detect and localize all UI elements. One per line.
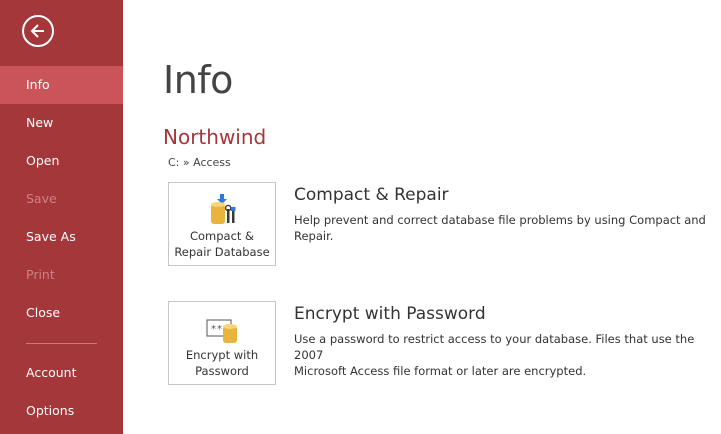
nav-item-save-as[interactable]: Save As — [0, 218, 123, 256]
compact-repair-title: Compact & Repair — [294, 185, 449, 205]
encrypt-description-line1: Use a password to restrict access to you… — [294, 332, 695, 362]
encrypt-description-line2: Microsoft Access file format or later ar… — [294, 364, 587, 378]
encrypt-password-label: Encrypt with Password — [185, 348, 259, 378]
nav-item-options[interactable]: Options — [0, 392, 123, 430]
svg-text:*: * — [217, 324, 222, 335]
backstage-sidebar: Info New Open Save Save As Print Close A… — [0, 0, 123, 434]
database-path: C: » Access — [168, 156, 231, 169]
encrypt-password-button[interactable]: * * Encrypt with Password — [168, 301, 276, 385]
encrypt-password-description: Use a password to restrict access to you… — [294, 331, 719, 379]
encrypt-password-icon: * * — [169, 312, 275, 346]
nav-item-open[interactable]: Open — [0, 142, 123, 180]
back-button[interactable] — [22, 15, 54, 47]
nav-item-close[interactable]: Close — [0, 294, 123, 332]
compact-repair-label: Compact & Repair Database — [174, 229, 270, 259]
nav-divider — [26, 343, 97, 344]
compact-repair-icon — [169, 193, 275, 227]
back-arrow-icon — [30, 24, 44, 38]
info-pane: Info Northwind C: » Access Compact & Rep… — [123, 0, 721, 434]
page-title: Info — [163, 58, 233, 102]
nav-item-save: Save — [26, 191, 57, 206]
compact-repair-button[interactable]: Compact & Repair Database — [168, 182, 276, 266]
nav-item-info[interactable]: Info — [0, 66, 123, 104]
encrypt-password-title: Encrypt with Password — [294, 304, 486, 324]
nav-item-account[interactable]: Account — [0, 354, 123, 392]
nav-item-print: Print — [26, 267, 55, 282]
database-name: Northwind — [163, 125, 267, 149]
nav-item-new[interactable]: New — [0, 104, 123, 142]
svg-text:*: * — [211, 324, 216, 335]
compact-repair-description: Help prevent and correct database file p… — [294, 213, 706, 243]
